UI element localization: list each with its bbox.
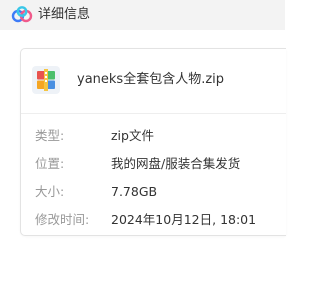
- location-value[interactable]: 我的网盘/服装合集发货: [111, 155, 240, 173]
- title-bar: 详细信息: [0, 0, 285, 30]
- zip-file-icon: [31, 65, 61, 95]
- size-label: 大小:: [35, 184, 65, 199]
- type-value: zip文件: [111, 128, 154, 143]
- window-title: 详细信息: [38, 7, 91, 22]
- size-value: 7.78GB: [111, 184, 158, 199]
- modified-label: 修改时间:: [35, 212, 90, 227]
- location-label: 位置:: [35, 156, 65, 171]
- cloud-logo-icon: [11, 6, 33, 24]
- divider: [21, 113, 286, 114]
- modified-value: 2024年10月12日, 18:01: [111, 212, 257, 227]
- type-label: 类型:: [35, 128, 65, 143]
- file-name: yaneks全套包含人物.zip: [77, 72, 225, 87]
- file-details-card: yaneks全套包含人物.zip 类型: zip文件 位置: 我的网盘/服装合集…: [20, 48, 286, 236]
